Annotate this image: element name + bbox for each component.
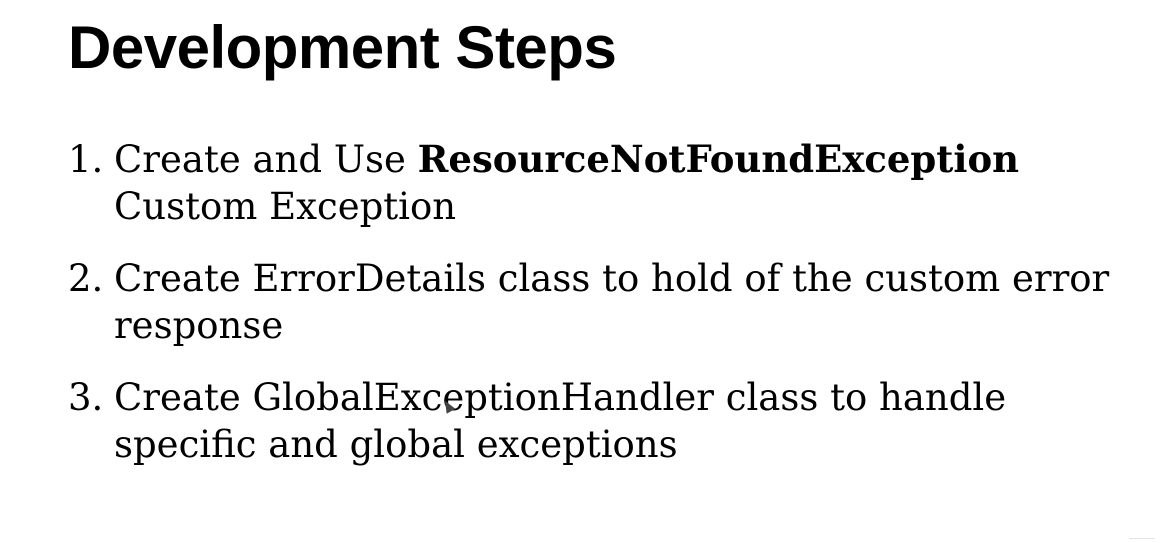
step-number: 3. [68,376,104,419]
step-text: Create and Use [114,138,418,181]
step-text-continued: specific and global exceptions [114,423,678,466]
step-text-continued: response [114,304,284,347]
step-line: Create and Use ResourceNotFoundException [114,136,1161,183]
step-text: Create GlobalExceptionHandler class to h… [114,376,1007,419]
watermark-icon [1129,532,1155,539]
presentation-slide: Development Steps 1. Create and Use Reso… [0,0,1161,543]
step-item: 2. Create ErrorDetails class to hold of … [68,255,1161,349]
step-item: 1. Create and Use ResourceNotFoundExcept… [68,136,1161,230]
slide-title: Development Steps [68,14,617,81]
step-text-continued: Custom Exception [114,185,457,228]
step-number: 2. [68,257,104,300]
step-item: 3. Create GlobalExceptionHandler class t… [68,374,1161,468]
step-text: Create ErrorDetails class to hold of the… [114,257,1110,300]
step-emphasis: ResourceNotFoundException [417,137,1020,181]
steps-list: 1. Create and Use ResourceNotFoundExcept… [68,136,1161,493]
step-number: 1. [68,138,104,181]
